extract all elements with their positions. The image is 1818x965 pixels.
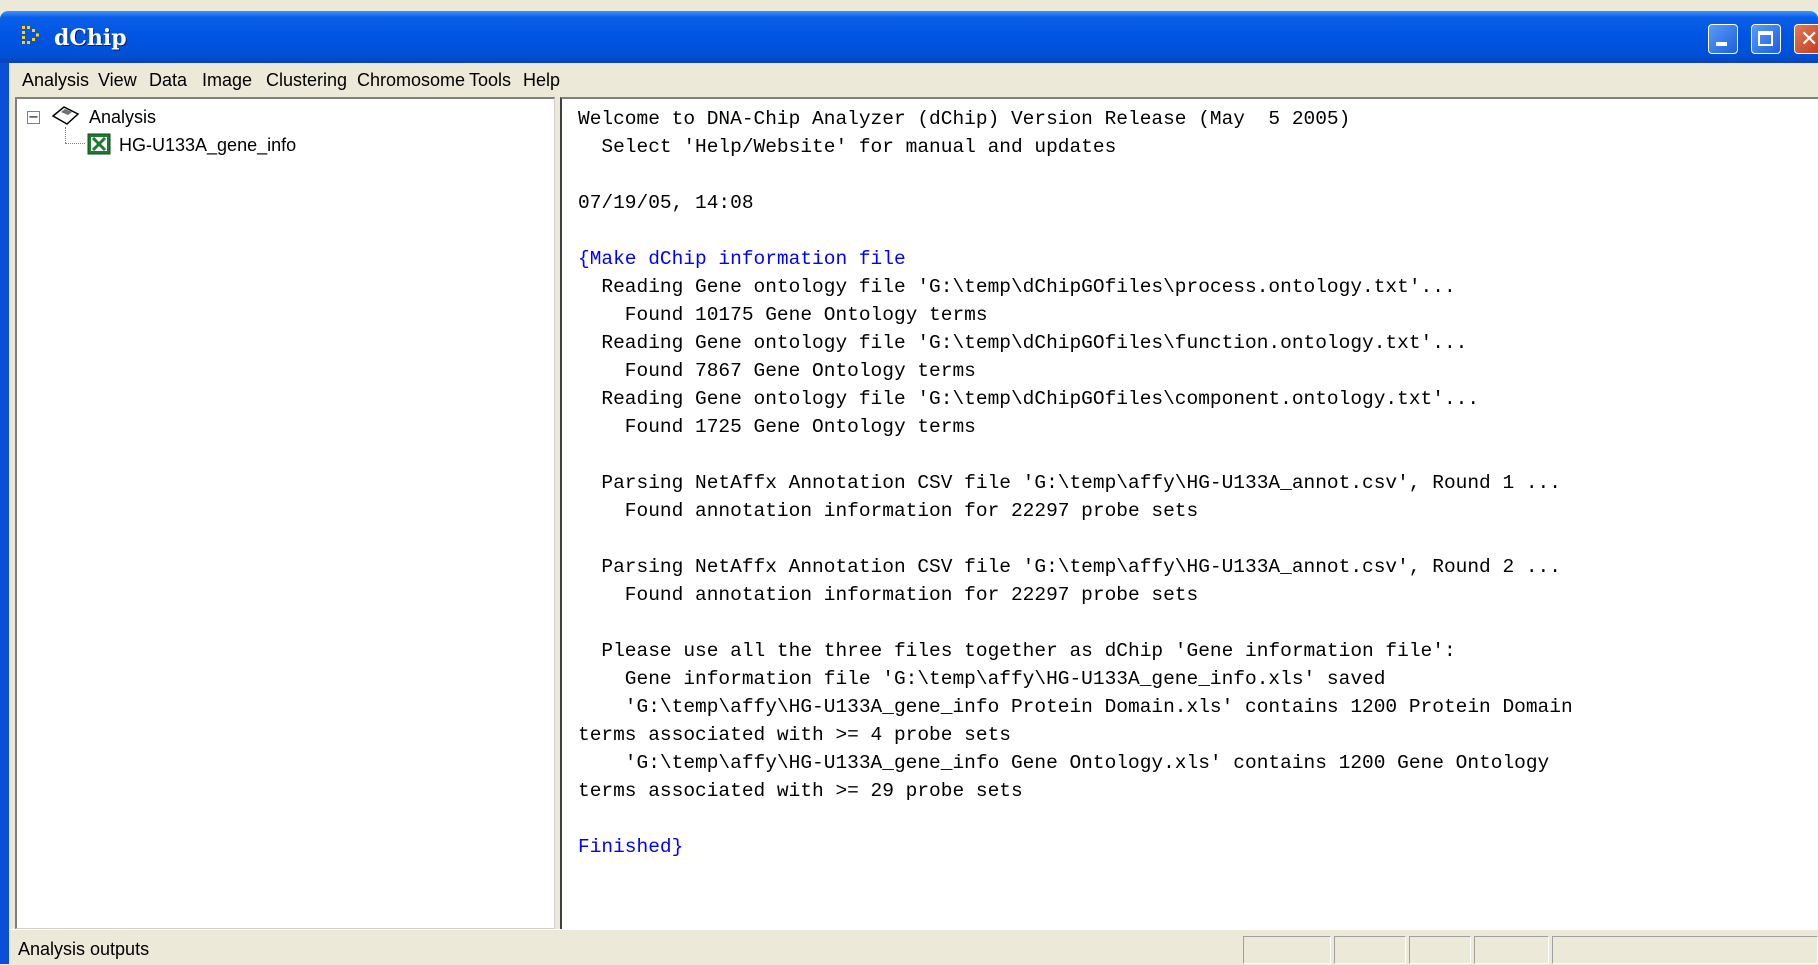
status-panel	[1334, 936, 1406, 964]
maximize-button[interactable]	[1751, 24, 1781, 54]
menu-help[interactable]: Help	[523, 70, 560, 91]
log-line: Found annotation information for 22297 p…	[578, 500, 1199, 522]
log-line: Select 'Help/Website' for manual and upd…	[578, 136, 1117, 158]
log-line: 07/19/05, 14:08	[578, 192, 754, 214]
tree-connector	[65, 143, 85, 144]
analysis-tree-panel[interactable]: − Analysis HG-U133A_gene_info	[15, 97, 555, 929]
menu-data[interactable]: Data	[149, 70, 187, 91]
status-panel	[1243, 936, 1331, 964]
tree-connector	[65, 127, 66, 143]
log-line: Welcome to DNA-Chip Analyzer (dChip) Ver…	[578, 108, 1351, 130]
log-line: Reading Gene ontology file 'G:\temp\dChi…	[578, 332, 1468, 354]
status-text: Analysis outputs	[18, 939, 150, 959]
tree-item-analysis[interactable]: Analysis	[89, 107, 156, 128]
log-line: 'G:\temp\affy\HG-U133A_gene_info Gene On…	[578, 752, 1550, 774]
menu-bar: Analysis View Data Image Clustering Chro…	[9, 63, 1818, 95]
log-line: Gene information file 'G:\temp\affy\HG-U…	[578, 668, 1386, 690]
log-line: Found 7867 Gene Ontology terms	[578, 360, 976, 382]
log-line: Found 1725 Gene Ontology terms	[578, 416, 976, 438]
minimize-icon	[1716, 42, 1727, 46]
window-frame-left	[0, 63, 9, 964]
window-title: dChip	[54, 25, 127, 51]
log-line: {Make dChip information file	[578, 248, 906, 270]
folder-icon	[51, 106, 80, 125]
dchip-app-icon	[22, 26, 39, 44]
title-bar[interactable]: dChip ✕	[0, 11, 1818, 63]
collapse-icon[interactable]: −	[27, 111, 40, 124]
status-panel	[1552, 936, 1818, 964]
output-log-text: Welcome to DNA-Chip Analyzer (dChip) Ver…	[578, 105, 1573, 861]
log-line: Found annotation information for 22297 p…	[578, 584, 1199, 606]
log-line: terms associated with >= 29 probe sets	[578, 780, 1023, 802]
close-button[interactable]: ✕	[1794, 24, 1818, 54]
tree-item-gene-info[interactable]: HG-U133A_gene_info	[119, 135, 296, 156]
menu-image[interactable]: Image	[202, 70, 252, 91]
log-line: Reading Gene ontology file 'G:\temp\dChi…	[578, 276, 1456, 298]
minimize-button[interactable]	[1708, 24, 1738, 54]
log-line: Please use all the three files together …	[578, 640, 1456, 662]
menu-analysis[interactable]: Analysis	[22, 70, 89, 91]
log-line: Parsing NetAffx Annotation CSV file 'G:\…	[578, 556, 1561, 578]
status-panel	[1409, 936, 1471, 964]
excel-file-icon	[87, 133, 111, 155]
status-bar: Analysis outputs	[9, 929, 1818, 965]
log-line: Found 10175 Gene Ontology terms	[578, 304, 988, 326]
menu-tools[interactable]: Tools	[469, 70, 511, 91]
log-line: terms associated with >= 4 probe sets	[578, 724, 1011, 746]
menu-view[interactable]: View	[98, 70, 137, 91]
output-log-panel[interactable]: Welcome to DNA-Chip Analyzer (dChip) Ver…	[560, 97, 1818, 929]
log-line: Reading Gene ontology file 'G:\temp\dChi…	[578, 388, 1480, 410]
close-icon: ✕	[1800, 27, 1818, 52]
status-panel	[1474, 936, 1549, 964]
log-line: 'G:\temp\affy\HG-U133A_gene_info Protein…	[578, 696, 1573, 718]
log-line: Finished}	[578, 836, 684, 858]
log-line: Parsing NetAffx Annotation CSV file 'G:\…	[578, 472, 1561, 494]
maximize-icon	[1758, 31, 1773, 46]
menu-clustering[interactable]: Clustering	[266, 70, 347, 91]
menu-chromosome[interactable]: Chromosome	[357, 70, 465, 91]
